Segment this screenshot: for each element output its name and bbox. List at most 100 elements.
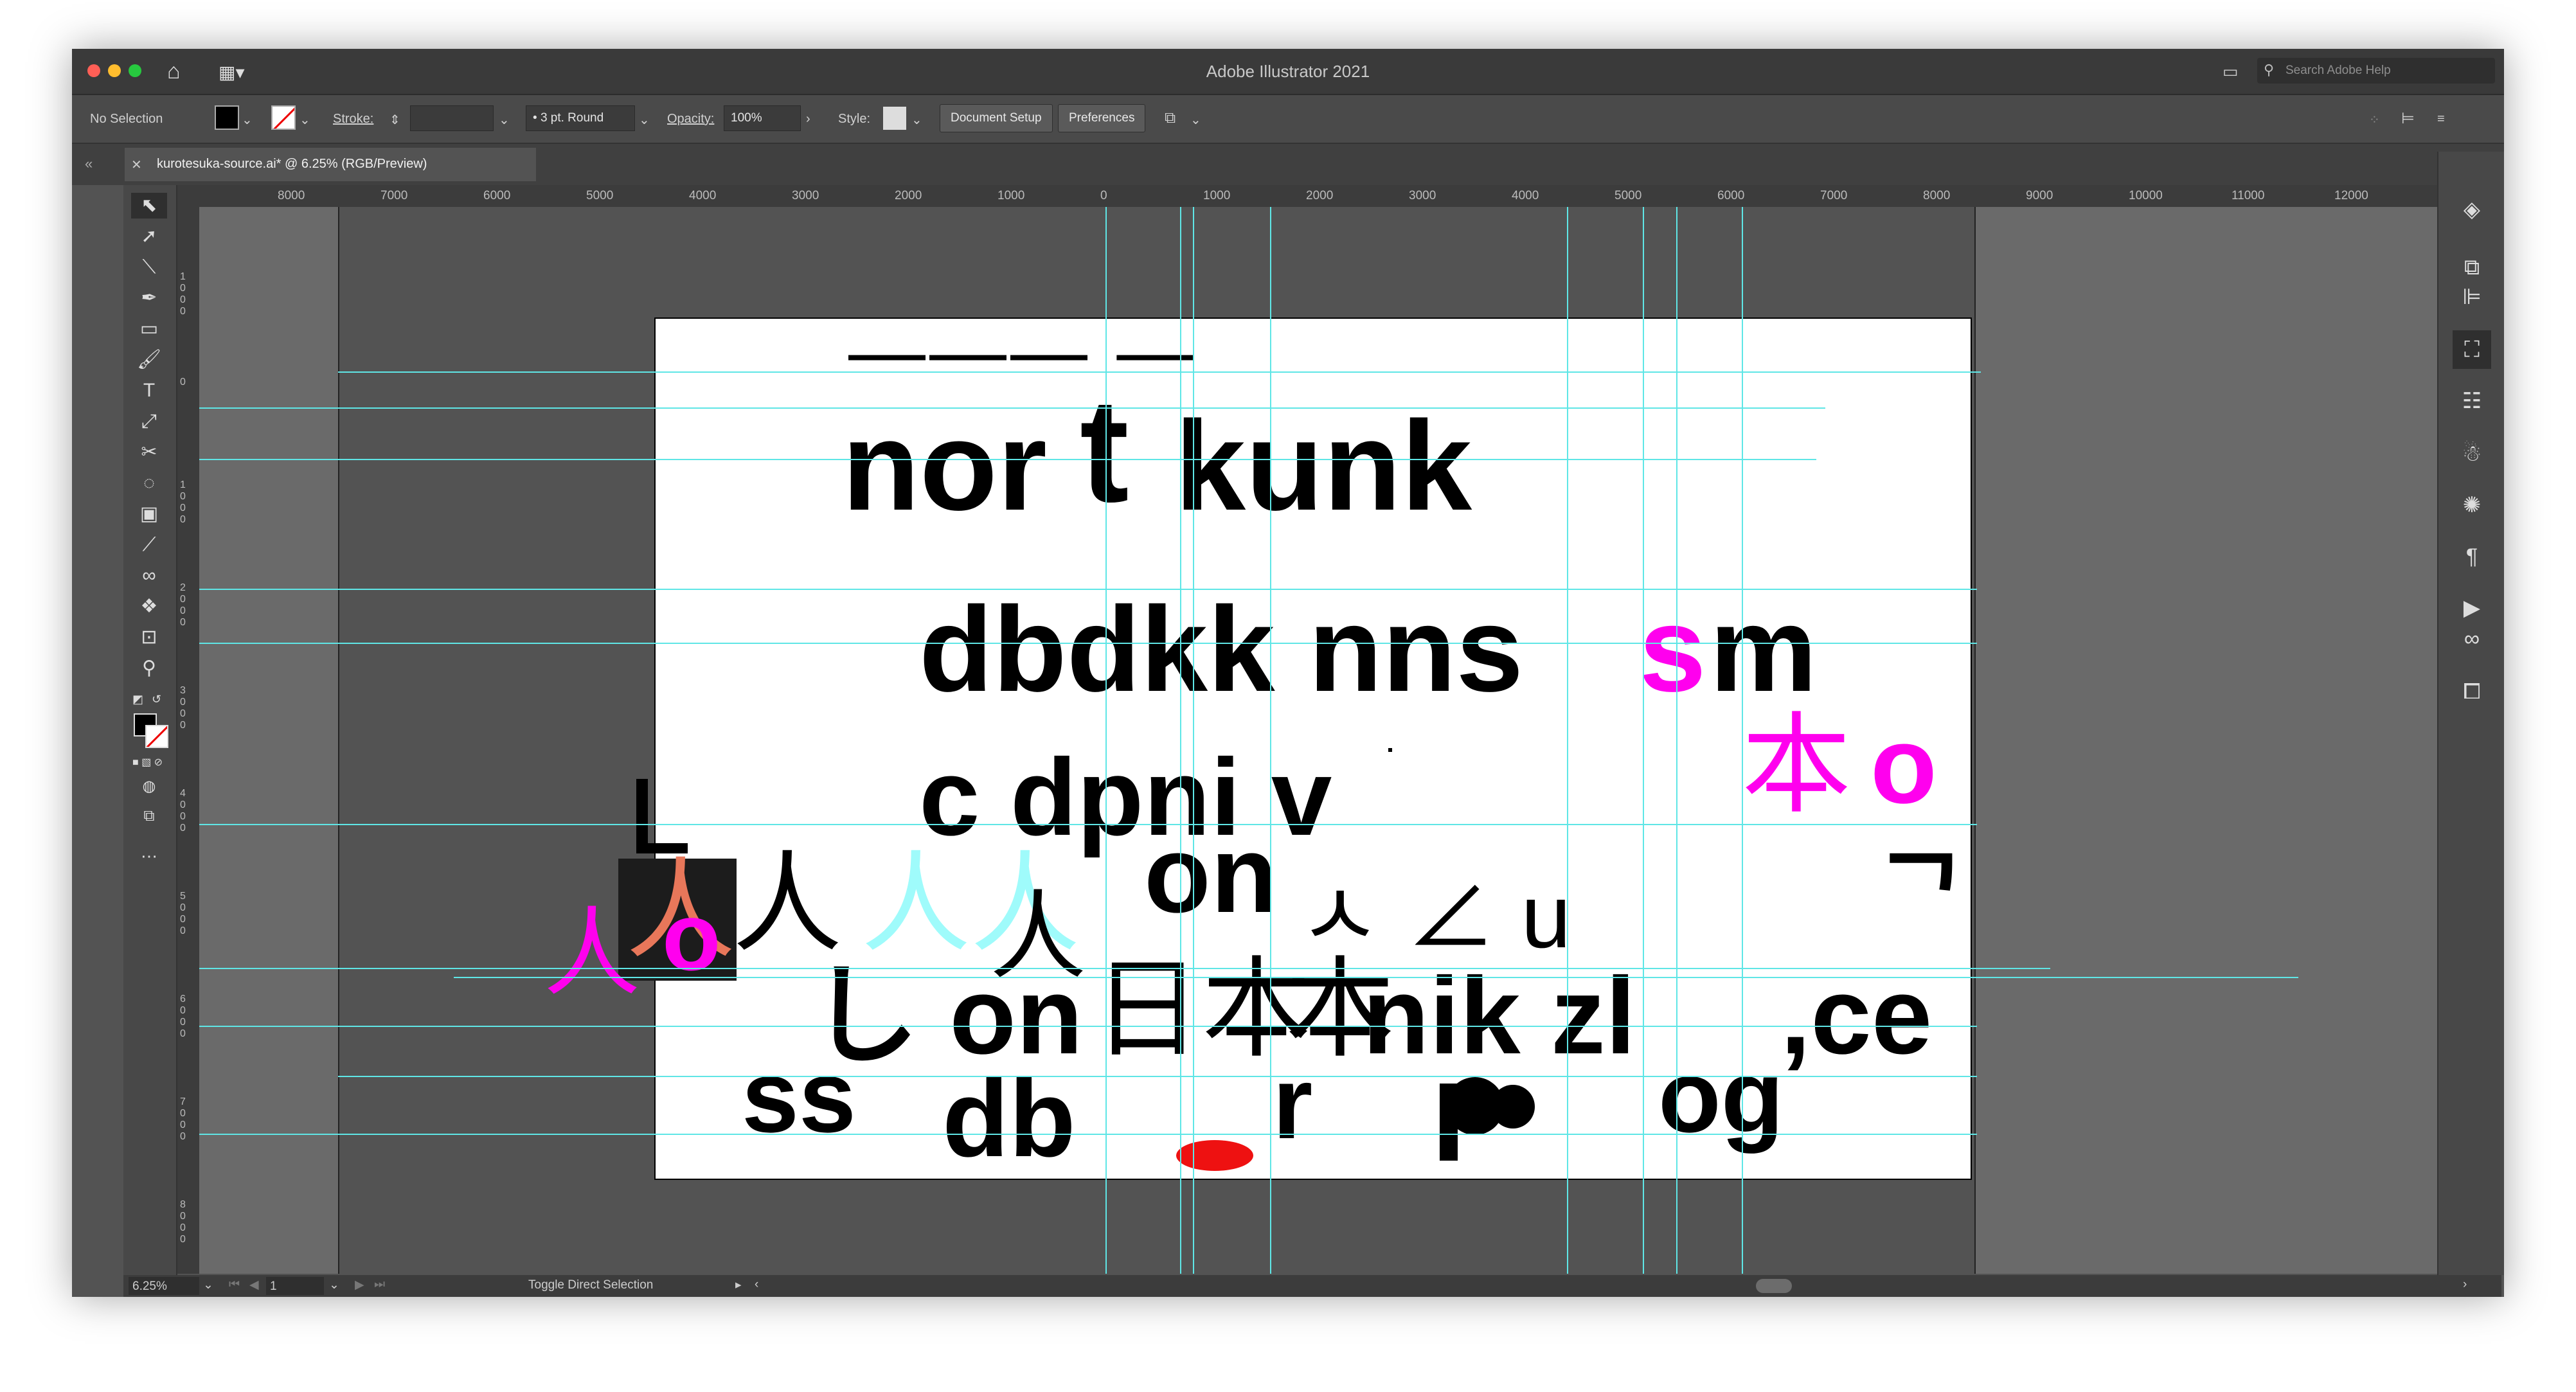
zoom-field[interactable]: 6.25% <box>129 1277 199 1295</box>
guide-vertical[interactable] <box>1567 207 1568 1274</box>
layers-icon[interactable]: ◈ <box>2453 190 2491 229</box>
guide-vertical[interactable] <box>1676 207 1677 1274</box>
stroke-stepper-icon[interactable]: ⇕ <box>389 112 400 128</box>
guide-vertical[interactable] <box>1180 207 1181 1274</box>
canvas-area[interactable]: ——— — nor t kunk dbdkk nns s m c dpni v … <box>199 207 2485 1274</box>
direct-selection-tool-icon[interactable]: ➚ <box>131 224 167 249</box>
red-ellipse[interactable] <box>1176 1140 1253 1171</box>
scroll-right-icon[interactable]: › <box>2463 1278 2467 1292</box>
status-text[interactable]: Toggle Direct Selection <box>528 1278 653 1292</box>
document-tab[interactable]: ✕ kurotesuka-source.ai* @ 6.25% (RGB/Pre… <box>125 148 536 181</box>
stroke-swatch[interactable] <box>271 105 296 130</box>
chevron-right-icon[interactable]: ▸ <box>735 1278 742 1292</box>
ruler-tick: 8000 <box>278 189 305 202</box>
pen-tool-icon[interactable]: ✒ <box>131 285 167 311</box>
stroke-label[interactable]: Stroke: <box>333 112 373 127</box>
chevron-down-icon[interactable]: ⌄ <box>499 112 510 128</box>
chevron-down-icon[interactable]: ⌄ <box>300 112 310 128</box>
blend-tool-icon[interactable]: ∞ <box>131 563 167 589</box>
fill-swatch[interactable] <box>215 105 239 130</box>
eyedropper-tool-icon[interactable]: ⟋ <box>131 532 167 558</box>
lasso-tool-icon[interactable]: ◌ <box>131 470 167 496</box>
gradient-tool-icon[interactable]: ▣ <box>131 501 167 527</box>
guide-vertical[interactable] <box>1105 207 1107 1274</box>
scale-tool-icon[interactable]: ⤢ <box>131 409 167 434</box>
close-tab-icon[interactable]: ✕ <box>131 157 142 173</box>
style-swatch[interactable] <box>883 107 906 130</box>
symbol-sprayer-tool-icon[interactable]: ❖ <box>131 594 167 620</box>
chevron-down-icon[interactable]: ⌄ <box>639 112 650 128</box>
black-circle-small[interactable] <box>1491 1085 1535 1129</box>
opacity-field[interactable]: 100% <box>724 105 801 131</box>
menu-icon[interactable]: ≡ <box>2437 112 2445 127</box>
paragraph-icon[interactable]: ¶ <box>2453 537 2491 576</box>
appearance-icon[interactable]: ✺ <box>2453 486 2491 524</box>
zoom-tool-icon[interactable]: ⚲ <box>131 656 167 681</box>
stroke-weight-field[interactable] <box>410 105 494 131</box>
guide-horizontal[interactable] <box>199 643 1977 644</box>
chevron-down-icon[interactable]: ⌄ <box>203 1278 213 1292</box>
chevron-right-icon[interactable]: › <box>806 112 810 127</box>
screen-mode-icon[interactable]: ⧉ <box>131 803 167 829</box>
magic-wand-tool-icon[interactable]: ⟍ <box>131 254 167 280</box>
guide-horizontal[interactable] <box>338 371 1981 373</box>
horizontal-ruler[interactable]: 8000 7000 6000 5000 4000 3000 2000 1000 … <box>177 185 2485 208</box>
align-icon[interactable]: ⁘ <box>2369 112 2380 128</box>
guide-vertical[interactable] <box>1270 207 1271 1274</box>
guide-vertical[interactable] <box>1643 207 1644 1274</box>
guide-horizontal[interactable] <box>199 1134 1977 1135</box>
color-mode-icons[interactable]: ■ ▧ ⊘ <box>132 756 163 769</box>
chevron-down-icon[interactable]: ⌄ <box>242 112 253 128</box>
next-artboard-icon[interactable]: ▶ <box>355 1278 364 1292</box>
scissors-tool-icon[interactable]: ✂ <box>131 440 167 465</box>
opacity-label[interactable]: Opacity: <box>667 112 714 127</box>
artboard-tool-icon[interactable]: ⊡ <box>131 625 167 650</box>
guide-horizontal[interactable] <box>199 968 2050 969</box>
preferences-button[interactable]: Preferences <box>1058 104 1146 132</box>
align-panel-icon[interactable]: ⊫ <box>2453 278 2491 316</box>
arrange-documents-icon[interactable]: ▭ <box>2223 62 2239 82</box>
first-artboard-icon[interactable]: ⏮ <box>229 1278 240 1292</box>
selection-tool-icon[interactable]: ⬉ <box>131 193 167 219</box>
chevron-down-icon[interactable]: ⌄ <box>329 1278 339 1292</box>
type-tool-icon[interactable]: T <box>131 378 167 404</box>
stroke-color-swatch[interactable] <box>145 725 168 748</box>
guide-vertical[interactable] <box>1742 207 1743 1274</box>
links-icon[interactable]: ∞ <box>2453 620 2491 658</box>
vertical-ruler[interactable]: 1000 0 1000 2000 3000 4000 5000 6000 700… <box>177 207 200 1274</box>
distribute-icon[interactable]: ⊨ <box>2401 109 2415 128</box>
artboard-number-field[interactable]: 1 <box>266 1277 324 1295</box>
drawing-modes-icon[interactable]: ◍ <box>131 774 167 799</box>
properties-icon[interactable]: ☷ <box>2453 382 2491 420</box>
ruler-tick: 3000 <box>180 685 186 731</box>
guide-horizontal[interactable] <box>199 1026 1977 1027</box>
chevron-down-icon[interactable]: ⌄ <box>1190 112 1201 128</box>
last-artboard-icon[interactable]: ⏭ <box>374 1278 385 1292</box>
guide-horizontal[interactable] <box>199 824 1977 825</box>
guide-horizontal[interactable] <box>454 977 2298 978</box>
guide-horizontal[interactable] <box>338 1076 1977 1077</box>
artboard[interactable]: ——— — nor t kunk dbdkk nns s m c dpni v … <box>654 312 1972 1180</box>
transform-icon[interactable]: ⧉ <box>1165 109 1176 127</box>
guide-horizontal[interactable] <box>199 589 1977 590</box>
default-colors-icon[interactable]: ◩ <box>132 693 147 707</box>
swap-colors-icon[interactable]: ↺ <box>152 693 166 707</box>
edit-toolbar-icon[interactable]: ⋯ <box>131 843 167 869</box>
chevron-down-icon[interactable]: ⌄ <box>911 112 922 128</box>
guide-horizontal[interactable] <box>199 459 1816 460</box>
pathfinder-icon[interactable]: ⧠ <box>2453 672 2491 711</box>
transform-panel-icon[interactable]: ⛶ <box>2453 330 2491 369</box>
guide-horizontal[interactable] <box>199 407 1825 409</box>
horizontal-scroll-thumb[interactable] <box>1756 1279 1792 1293</box>
ruler-tick: 1000 <box>1203 189 1231 202</box>
rectangle-tool-icon[interactable]: ▭ <box>131 316 167 342</box>
guide-vertical[interactable] <box>1193 207 1194 1274</box>
brush-definition-field[interactable]: • 3 pt. Round <box>526 105 635 131</box>
scroll-left-icon[interactable]: ‹ <box>755 1278 758 1292</box>
document-setup-button[interactable]: Document Setup <box>940 104 1053 132</box>
search-box[interactable]: ⚲ Search Adobe Help <box>2257 58 2495 84</box>
previous-artboard-icon[interactable]: ◀ <box>249 1278 259 1292</box>
paintbrush-tool-icon[interactable]: 🖌 <box>131 347 167 373</box>
collapse-panels-icon[interactable]: « <box>85 156 93 172</box>
swatches-icon[interactable]: ☃ <box>2453 434 2491 473</box>
